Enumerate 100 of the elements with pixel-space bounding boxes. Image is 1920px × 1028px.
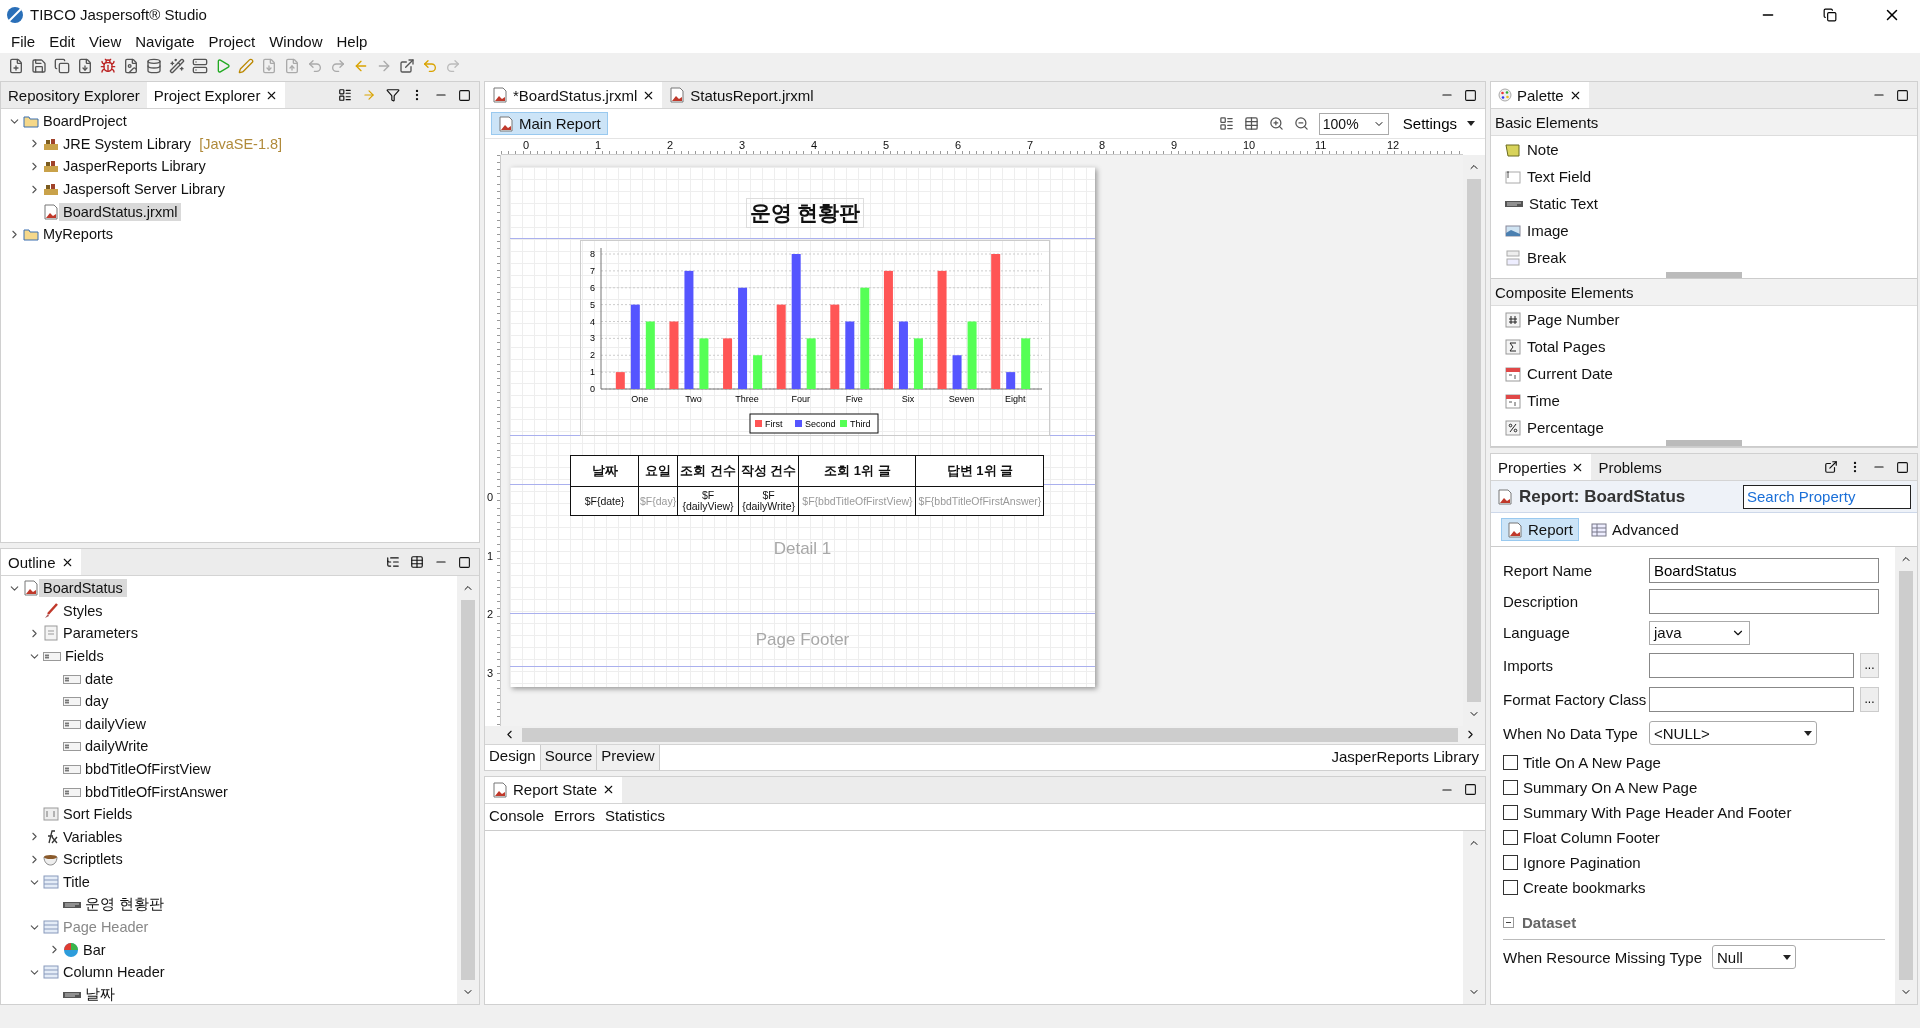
tree-item[interactable]: Styles xyxy=(59,601,107,620)
text-field[interactable] xyxy=(1649,652,1854,678)
text-field[interactable]: BoardStatus xyxy=(1649,558,1879,583)
tree-item[interactable]: bbdTitleOfFirstView xyxy=(81,760,215,779)
maximize-icon[interactable] xyxy=(1464,88,1477,102)
dropdown-field[interactable]: Null xyxy=(1712,945,1796,969)
checkbox[interactable]: Summary On A New Page xyxy=(1503,775,1885,800)
panel-tab[interactable]: Palette xyxy=(1491,82,1589,108)
maximize-icon[interactable] xyxy=(458,555,471,569)
menu-item[interactable]: File xyxy=(4,32,43,50)
editor-tab[interactable]: *BoardStatus.jrxml xyxy=(485,82,663,108)
tree-item[interactable]: Page Header xyxy=(59,918,153,937)
zoom-in-icon[interactable] xyxy=(1268,116,1284,131)
table-view-icon[interactable] xyxy=(410,555,424,569)
new-file-icon[interactable] xyxy=(8,58,24,74)
state-tab[interactable]: Statistics xyxy=(604,806,665,827)
grid-icon[interactable] xyxy=(1243,116,1259,131)
browse-button[interactable]: ... xyxy=(1860,652,1879,678)
checkbox[interactable]: Create bookmarks xyxy=(1503,875,1885,900)
checkbox[interactable]: Ignore Pagination xyxy=(1503,850,1885,875)
tree-item[interactable]: dailyWrite xyxy=(81,737,153,756)
scroll-handle[interactable] xyxy=(1666,272,1742,278)
zoom-out-icon[interactable] xyxy=(1293,116,1309,131)
caret-icon[interactable] xyxy=(1783,954,1791,960)
search-field[interactable]: Search Property xyxy=(1743,484,1911,509)
menu-item[interactable]: Window xyxy=(262,32,330,50)
tree-item[interactable]: Fields xyxy=(61,647,108,666)
scroll-handle[interactable] xyxy=(1666,440,1742,446)
new-report-icon[interactable] xyxy=(123,58,139,74)
scrollbar-thumb[interactable] xyxy=(1467,179,1481,702)
tree-item[interactable]: bbdTitleOfFirstAnswer xyxy=(81,782,232,801)
tree-item[interactable]: MyReports xyxy=(39,225,118,244)
palette-item[interactable]: Percentage xyxy=(1491,414,1917,441)
table-header-cell[interactable]: 조회 건수 xyxy=(677,455,739,487)
caret-icon[interactable] xyxy=(1467,121,1475,126)
state-tab[interactable]: Console xyxy=(489,806,545,827)
maximize-icon[interactable] xyxy=(1896,88,1909,102)
palette-item[interactable]: Note xyxy=(1491,136,1917,163)
tree-item[interactable]: 날짜 xyxy=(81,984,119,1004)
editor-mode-tab[interactable]: Preview xyxy=(597,744,660,770)
tree-item[interactable]: Jaspersoft Server Library xyxy=(59,180,229,199)
palette-item[interactable]: Image xyxy=(1491,217,1917,244)
tree-item[interactable]: dailyView xyxy=(81,714,150,733)
dropdown-field[interactable]: <NULL> xyxy=(1649,721,1817,745)
section-tab[interactable]: Advanced xyxy=(1585,518,1685,541)
run-icon[interactable] xyxy=(215,58,231,74)
filter-icon[interactable] xyxy=(386,88,400,102)
panel-tab[interactable]: Repository Explorer xyxy=(1,82,147,108)
table-cell[interactable]: $F {dailyView} xyxy=(677,486,739,516)
restore-icon[interactable] xyxy=(1823,7,1837,22)
panel-tab[interactable]: Outline xyxy=(1,549,81,575)
server-icon[interactable] xyxy=(192,58,208,74)
collapse-toggle-icon[interactable] xyxy=(1503,917,1514,928)
state-tab[interactable]: Errors xyxy=(554,806,595,827)
table-header-cell[interactable]: 요일 xyxy=(638,455,678,487)
checkbox[interactable]: Title On A New Page xyxy=(1503,750,1885,775)
save-all-icon[interactable] xyxy=(54,58,70,74)
tree-item[interactable]: Sort Fields xyxy=(59,805,137,824)
tree-item[interactable]: BoardProject xyxy=(39,112,131,131)
palette-group-header[interactable]: Composite Elements xyxy=(1491,279,1917,306)
tree-item[interactable]: Title xyxy=(59,873,94,891)
palette-group-header[interactable]: Basic Elements xyxy=(1491,109,1917,136)
table-cell[interactable]: $F{date} xyxy=(570,486,639,516)
menu-item[interactable]: View xyxy=(82,32,129,50)
palette-item[interactable]: Time xyxy=(1491,387,1917,414)
tree-item[interactable]: BoardStatus xyxy=(39,579,127,598)
editor-tab[interactable]: StatusReport.jrxml xyxy=(662,82,821,108)
text-field[interactable] xyxy=(1649,589,1879,614)
maximize-icon[interactable] xyxy=(1896,460,1909,474)
tree-item[interactable]: date xyxy=(81,669,118,688)
panel-tab[interactable]: Project Explorer xyxy=(146,82,286,108)
tree-item[interactable]: BoardStatus.jrxml xyxy=(59,202,182,221)
menu-item[interactable]: Edit xyxy=(42,32,83,50)
scrollbar-thumb[interactable] xyxy=(1899,571,1913,980)
collapse-all-icon[interactable] xyxy=(338,88,352,102)
tree-item[interactable]: Variables xyxy=(59,827,127,846)
table-header-cell[interactable]: 작성 건수 xyxy=(738,455,799,487)
tree-item[interactable]: day xyxy=(81,692,113,711)
menu-item[interactable]: Help xyxy=(329,32,375,50)
menu-item[interactable]: Project xyxy=(201,32,263,50)
section-tab[interactable]: Report xyxy=(1501,518,1580,541)
tree-item[interactable]: JRE System Library xyxy=(59,134,196,153)
editor-mode-tab[interactable]: Source xyxy=(540,744,598,770)
palette-item[interactable]: Static Text xyxy=(1491,190,1917,217)
scrollbar-thumb[interactable] xyxy=(522,727,1458,742)
tree-item[interactable]: 운영 현황판 xyxy=(81,894,169,916)
pen-icon[interactable] xyxy=(238,58,254,74)
tree-view-icon[interactable] xyxy=(386,555,400,569)
bug-icon[interactable] xyxy=(100,58,116,74)
report-tab[interactable]: Main Report xyxy=(491,112,608,135)
browse-button[interactable]: ... xyxy=(1860,686,1879,712)
save-icon[interactable] xyxy=(31,58,47,74)
database-icon[interactable] xyxy=(146,58,162,74)
panel-tab[interactable]: Problems xyxy=(1591,454,1669,480)
settings-button[interactable]: Settings xyxy=(1398,115,1479,132)
palette-item[interactable]: Break xyxy=(1491,244,1917,271)
table-header-cell[interactable]: 답변 1위 글 xyxy=(915,455,1044,487)
menu-item[interactable]: Navigate xyxy=(128,32,202,50)
tree-item[interactable]: Scriptlets xyxy=(59,850,127,869)
palette-item[interactable]: Text Field xyxy=(1491,163,1917,190)
